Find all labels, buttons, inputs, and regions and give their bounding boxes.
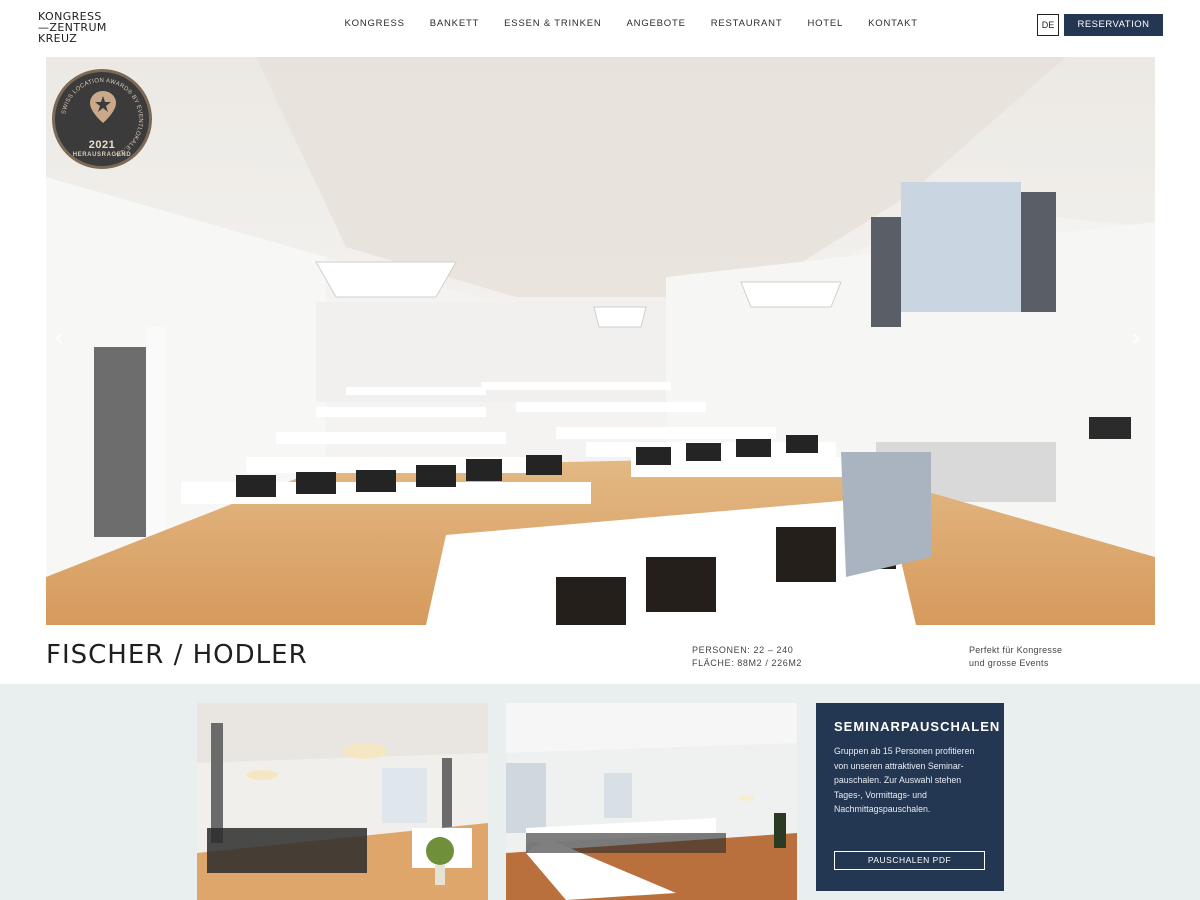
chevron-left-icon[interactable]: ‹: [54, 325, 70, 351]
room-desc-line-1: Perfekt für Kongresse: [969, 645, 1063, 655]
award-badge: SWISS LOCATION AWARD® BY EVENTLOKALE.CH …: [52, 69, 152, 169]
hero-image: [46, 57, 1155, 625]
room-photo-1: [197, 703, 488, 900]
logo[interactable]: KONGRESS —ZENTRUM KREUZ: [38, 11, 107, 44]
reservation-button[interactable]: RESERVATION: [1064, 14, 1163, 36]
hero-slider[interactable]: SWISS LOCATION AWARD® BY EVENTLOKALE.CH …: [46, 57, 1155, 625]
room-thumbnail-1[interactable]: [197, 703, 488, 900]
pauschalen-pdf-button[interactable]: PAUSCHALEN PDF: [834, 851, 985, 870]
nav-item-hotel[interactable]: HOTEL: [795, 18, 856, 29]
room-specs: PERSONEN: 22 – 240 FLÄCHE: 88M2 / 226M2: [692, 644, 802, 670]
room-persons: PERSONEN: 22 – 240: [692, 645, 794, 655]
seminar-card: SEMINARPAUSCHALEN Gruppen ab 15 Personen…: [816, 703, 1004, 891]
room-title: FISCHER / HODLER: [46, 640, 308, 670]
nav-item-essen-trinken[interactable]: ESSEN & TRINKEN: [492, 18, 614, 29]
language-switch[interactable]: DE: [1037, 14, 1059, 36]
chevron-right-icon[interactable]: ›: [1131, 325, 1147, 351]
main-nav: KONGRESS BANKETT ESSEN & TRINKEN ANGEBOT…: [332, 18, 930, 29]
nav-item-bankett[interactable]: BANKETT: [417, 18, 491, 29]
nav-item-angebote[interactable]: ANGEBOTE: [614, 18, 698, 29]
room-description: Perfekt für Kongresse und grosse Events: [969, 644, 1062, 670]
room-area: FLÄCHE: 88M2 / 226M2: [692, 658, 803, 668]
seminar-card-title: SEMINARPAUSCHALEN: [834, 719, 1001, 734]
nav-item-restaurant[interactable]: RESTAURANT: [698, 18, 795, 29]
seminar-card-text: Gruppen ab 15 Personen profitieren von u…: [834, 746, 975, 815]
award-label: HERAUSRAGEND: [72, 152, 132, 158]
award-year: 2021: [88, 139, 116, 151]
room-desc-line-2: und grosse Events: [969, 658, 1049, 668]
room-thumbnail-2[interactable]: [506, 703, 797, 900]
site-header: KONGRESS —ZENTRUM KREUZ KONGRESS BANKETT…: [0, 0, 1200, 56]
logo-line-3: KREUZ: [38, 32, 78, 45]
room-photo-2: [506, 703, 797, 900]
nav-item-kongress[interactable]: KONGRESS: [332, 18, 417, 29]
nav-item-kontakt[interactable]: KONTAKT: [856, 18, 931, 29]
